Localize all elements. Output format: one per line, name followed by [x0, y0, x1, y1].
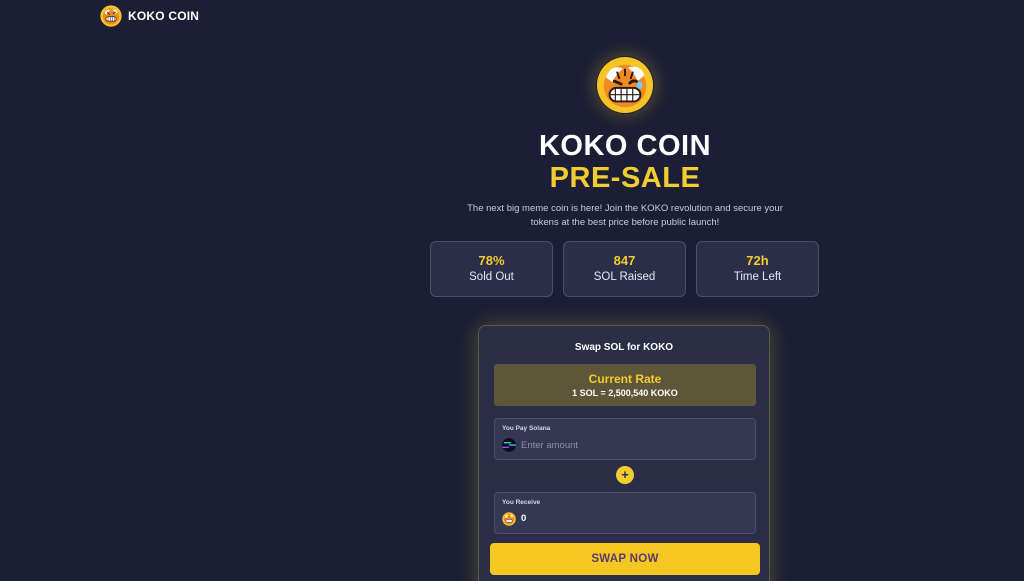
- current-rate-value: 1 SOL = 2,500,540 KOKO: [572, 388, 678, 398]
- receive-field: You Receive 0: [494, 492, 756, 534]
- swap-card: Swap SOL for KOKO Current Rate 1 SOL = 2…: [478, 325, 770, 581]
- tiger-mascot-icon: [596, 56, 654, 114]
- hero-description: The next big meme coin is here! Join the…: [467, 203, 783, 228]
- plus-icon[interactable]: +: [616, 466, 634, 484]
- stat-time-left: 72h Time Left: [696, 241, 819, 297]
- stat-sold-out: 78% Sold Out: [430, 241, 553, 297]
- page-subtitle: PRE-SALE: [549, 162, 701, 194]
- stat-sol-raised: 847 SOL Raised: [563, 241, 686, 297]
- pay-field-label: You Pay Solana: [502, 425, 551, 432]
- stat-label: Sold Out: [469, 271, 514, 283]
- swap-now-button[interactable]: SWAP NOW: [490, 543, 760, 575]
- stat-value: 847: [613, 253, 636, 268]
- stat-value: 78%: [478, 253, 505, 268]
- stat-label: Time Left: [733, 271, 782, 283]
- stat-value: 72h: [746, 253, 769, 268]
- tiger-mascot-icon: [502, 512, 516, 526]
- receive-amount-value: 0: [521, 513, 527, 524]
- stat-label: SOL Raised: [593, 271, 656, 283]
- page-title: KOKO COIN: [538, 130, 712, 162]
- pay-field: You Pay Solana: [494, 418, 756, 460]
- tiger-mascot-icon: [100, 5, 122, 27]
- presale-page: KOKO COIN KOKO COIN PRE-SALE The next bi…: [0, 0, 1024, 581]
- navbar-brand[interactable]: KOKO COIN: [100, 5, 199, 27]
- receive-field-label: You Receive: [502, 499, 541, 506]
- pay-amount-input[interactable]: [521, 437, 741, 453]
- swap-card-title: Swap SOL for KOKO: [574, 342, 674, 353]
- current-rate-label: Current Rate: [588, 372, 662, 386]
- current-rate-box: Current Rate 1 SOL = 2,500,540 KOKO: [494, 364, 756, 406]
- brand-name: KOKO COIN: [128, 9, 200, 23]
- solana-icon: [502, 438, 516, 452]
